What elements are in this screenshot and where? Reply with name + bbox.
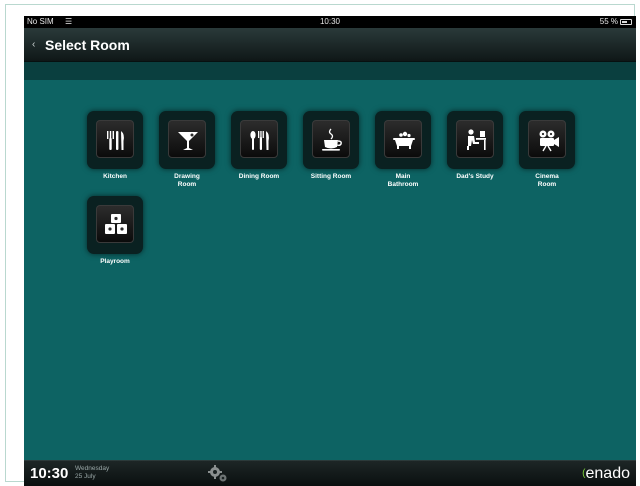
status-bar: No SIM ☰ 10:30 55 % — [24, 16, 636, 28]
header-shadow-bar — [24, 62, 636, 80]
room-label: Kitchen — [103, 173, 127, 180]
room-label: Main Bathroom — [387, 173, 419, 188]
room-tile[interactable] — [87, 111, 143, 169]
room-tile[interactable] — [519, 111, 575, 169]
room-label: Dad's Study — [456, 173, 494, 180]
weekday-label: Wednesday — [75, 465, 110, 472]
status-clock: 10:30 — [319, 17, 341, 26]
bathtub-icon — [393, 131, 415, 149]
chevron-left-icon[interactable]: ‹ — [32, 39, 35, 51]
navigation-bar: ‹ Select Room — [24, 28, 636, 62]
cocktail-icon — [178, 132, 198, 150]
toy-blocks-icon — [105, 214, 127, 234]
home-clock: 10:30 — [30, 465, 69, 482]
enado-logo: ​(enado — [582, 465, 630, 483]
room-tile[interactable] — [159, 111, 215, 169]
gears-icon[interactable] — [207, 464, 229, 484]
page-title: Select Room — [45, 37, 130, 53]
room-label: Drawing Room — [174, 173, 200, 188]
bottom-bar: 10:30 Wednesday 25 July ​(enado — [24, 460, 636, 486]
cutlery-icon — [250, 131, 269, 150]
coffee-cup-icon — [322, 128, 342, 151]
room-tile[interactable] — [303, 111, 359, 169]
room-tile[interactable] — [87, 196, 143, 254]
battery-percent: 55 % — [599, 17, 618, 26]
room-tile[interactable] — [231, 111, 287, 169]
logo-text: enado — [585, 465, 631, 482]
room-label: Cinema Room — [535, 173, 559, 188]
battery-icon — [620, 19, 632, 25]
screenshot-frame: No SIM ☰ 10:30 55 % ‹ Select Room Kitche… — [5, 4, 636, 486]
room-tile[interactable] — [375, 111, 431, 169]
room-label: Playroom — [100, 258, 130, 265]
cutlery-icon — [107, 131, 124, 150]
room-label: Sitting Room — [310, 173, 352, 180]
film-camera-icon — [539, 130, 559, 152]
date-label: 25 July — [75, 473, 96, 480]
ipad-screen: No SIM ☰ 10:30 55 % ‹ Select Room Kitche… — [24, 16, 636, 486]
room-tile[interactable] — [447, 111, 503, 169]
desk-person-icon — [467, 129, 486, 150]
room-label: Dining Room — [238, 173, 280, 180]
